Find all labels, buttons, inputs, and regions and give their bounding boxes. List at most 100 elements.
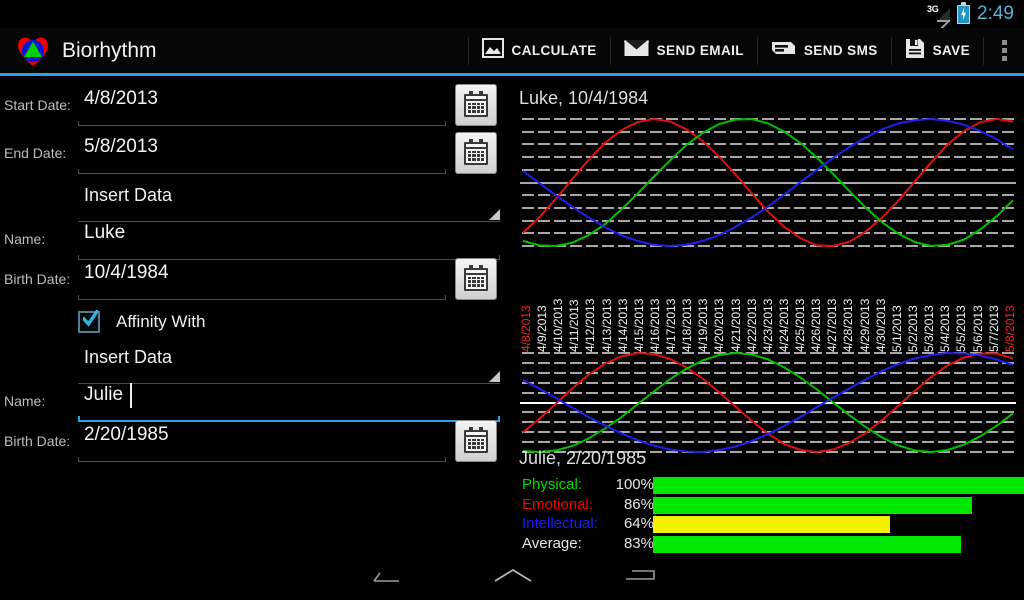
network-type-label: 3G: [927, 4, 939, 14]
curves: [522, 118, 1014, 248]
start-date-value: 4/8/2013: [84, 88, 158, 109]
stat-name: Average:: [522, 534, 582, 552]
person1-birth-value: 10/4/1984: [84, 262, 169, 283]
start-date-label: Start Date:: [4, 97, 71, 113]
person1-name-input[interactable]: Luke: [78, 220, 500, 260]
date-label: 4/9/2013: [535, 305, 549, 352]
send-sms-button[interactable]: SEND SMS: [758, 28, 891, 73]
curves: [522, 352, 1014, 454]
person2-birth-input[interactable]: 2/20/1985: [78, 422, 446, 462]
date-label: 5/1/2013: [890, 305, 904, 352]
stat-row: Emotional: 86%: [520, 496, 1024, 515]
start-date-row: Start Date: 4/8/2013: [0, 84, 512, 130]
calendar-icon: [464, 264, 488, 291]
date-label: 5/5/2013: [954, 305, 968, 352]
calendar-icon: [464, 138, 488, 165]
person1-data-spinner[interactable]: Insert Data: [78, 182, 500, 222]
stat-row: Average: 83%: [520, 535, 1024, 554]
send-sms-label: SEND SMS: [803, 43, 878, 58]
person2-spinner-value: Insert Data: [84, 347, 173, 367]
person2-birth-row: Birth Date: 2/20/1985: [0, 420, 512, 466]
affinity-checkbox-row[interactable]: Affinity With: [78, 304, 205, 340]
date-label: 4/10/2013: [551, 298, 565, 352]
battery-charging-icon: [957, 2, 971, 24]
person2-birth-value: 2/20/1985: [84, 424, 169, 445]
overflow-menu-icon[interactable]: [984, 28, 1024, 73]
date-label: 4/15/2013: [632, 298, 646, 352]
biorhythm-chart-person1: [520, 118, 1016, 248]
date-label: 4/18/2013: [680, 298, 694, 352]
calendar-icon: [464, 90, 488, 117]
date-label: 5/3/2013: [922, 305, 936, 352]
stat-bar: [653, 535, 961, 553]
person1-spinner-value: Insert Data: [84, 185, 173, 205]
send-email-button[interactable]: SEND EMAIL: [611, 28, 757, 73]
date-label: 4/23/2013: [761, 298, 775, 352]
stat-percent: 100%: [615, 476, 654, 493]
image-chart-icon: [481, 38, 504, 63]
date-label: 4/26/2013: [809, 298, 823, 352]
date-label: 4/24/2013: [777, 298, 791, 352]
person2-birth-calendar-button[interactable]: [455, 420, 497, 462]
person2-name-row: Name: Julie: [0, 382, 512, 426]
date-label: 4/17/2013: [664, 298, 678, 352]
end-date-value: 5/8/2013: [84, 136, 158, 157]
stat-name: Emotional:: [522, 495, 593, 513]
sms-icon: [771, 39, 796, 62]
person2-name-input[interactable]: Julie: [78, 382, 500, 422]
end-date-input[interactable]: 5/8/2013: [78, 134, 446, 174]
affinity-checkbox[interactable]: [78, 310, 100, 333]
start-date-calendar-button[interactable]: [455, 84, 497, 126]
series-emotional: [522, 352, 1014, 454]
date-label: 5/6/2013: [971, 305, 985, 352]
end-date-label: End Date:: [4, 145, 67, 161]
chevron-down-icon: [489, 371, 500, 382]
person1-name-label: Name:: [4, 231, 46, 247]
person1-birth-label: Birth Date:: [4, 271, 71, 287]
stat-name: Intellectual:: [522, 515, 598, 532]
date-label: 4/12/2013: [583, 298, 597, 352]
person1-birth-row: Birth Date: 10/4/1984: [0, 258, 512, 304]
date-label: 4/22/2013: [745, 298, 759, 352]
person1-birth-input[interactable]: 10/4/1984: [78, 260, 446, 300]
date-label: 5/4/2013: [938, 305, 952, 352]
recent-apps-icon[interactable]: [624, 566, 658, 586]
signal-3g-icon: 3G: [927, 4, 951, 34]
date-label: 4/11/2013: [567, 299, 581, 353]
date-label: 5/8/2013: [1003, 305, 1017, 352]
input-underline: [78, 295, 446, 300]
floppy-disk-icon: [905, 38, 925, 64]
series-intellectual: [522, 118, 1014, 248]
calculate-button[interactable]: CALCULATE: [469, 28, 610, 73]
chart2-title: Julie, 2/20/1985: [519, 448, 647, 468]
input-form-panel: Start Date: 4/8/2013 End Date: 5/8/2013: [0, 76, 512, 556]
home-icon[interactable]: [494, 566, 532, 586]
affinity-label: Affinity With: [116, 312, 206, 331]
person1-name-row: Name: Luke: [0, 220, 512, 264]
affinity-stats: Physical: 100% Emotional: 86% Intellectual: 6…: [520, 476, 1024, 556]
chart1-title: Luke, 10/4/1984: [519, 88, 649, 108]
chevron-down-icon: [489, 209, 500, 220]
text-caret: [130, 383, 132, 408]
page-title: Biorhythm: [62, 38, 157, 62]
end-date-calendar-button[interactable]: [455, 132, 497, 174]
stat-percent: 64%: [623, 515, 654, 532]
date-label: 4/29/2013: [858, 298, 872, 352]
series-emotional: [522, 118, 1014, 248]
save-button[interactable]: SAVE: [892, 28, 983, 73]
stat-row: Physical: 100%: [520, 476, 1024, 495]
date-label: 5/7/2013: [987, 305, 1001, 352]
person1-birth-calendar-button[interactable]: [455, 258, 497, 300]
person2-name-label: Name:: [4, 393, 46, 409]
envelope-icon: [623, 39, 649, 62]
input-underline: [78, 121, 446, 126]
status-bar: 3G 2:49: [0, 0, 1024, 34]
date-label: 4/21/2013: [729, 298, 743, 352]
series-physical: [522, 352, 1014, 454]
person2-data-spinner[interactable]: Insert Data: [78, 344, 500, 384]
back-arrow-icon[interactable]: [366, 566, 400, 586]
stat-bar: [653, 477, 1024, 494]
start-date-input[interactable]: 4/8/2013: [78, 86, 446, 126]
date-label: 4/16/2013: [648, 298, 662, 352]
series-physical: [522, 118, 1014, 248]
